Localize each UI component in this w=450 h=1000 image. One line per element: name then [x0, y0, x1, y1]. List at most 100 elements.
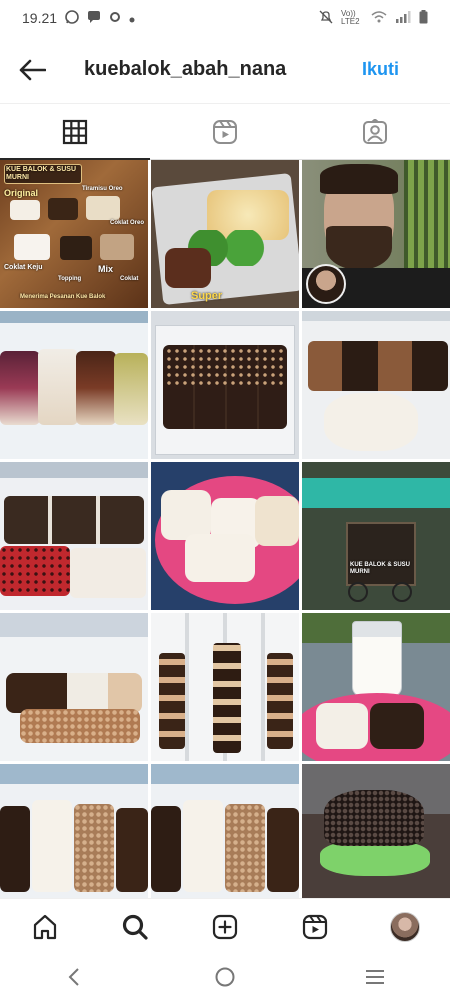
post-8-cake-c	[255, 496, 299, 546]
nav-search[interactable]	[110, 902, 160, 952]
post-4-cake-a	[0, 351, 40, 425]
post-7-cakes-top	[4, 496, 144, 544]
post-13-cake-d	[116, 808, 148, 892]
status-bar: 19.21 Vo)) LTE2	[0, 0, 450, 36]
post-14-cake-a	[151, 806, 181, 892]
circle-home-icon	[215, 967, 235, 987]
post-4[interactable]	[0, 311, 148, 459]
create-icon	[212, 914, 238, 939]
signal-icon	[395, 10, 411, 26]
post-1-cake-e	[60, 236, 92, 260]
post-2[interactable]: Super	[151, 160, 299, 308]
post-1-cake-d	[14, 234, 50, 260]
post-9-wheel-a	[348, 582, 368, 602]
post-4-cake-b	[38, 349, 78, 425]
post-6-cakes-top	[308, 341, 448, 391]
tab-tagged[interactable]	[300, 104, 450, 159]
post-12[interactable]	[302, 613, 450, 761]
menu-lines-icon	[366, 970, 384, 984]
post-1-label-6: Coklat	[120, 276, 139, 282]
post-9-wheel-b	[392, 582, 412, 602]
post-1-label-0: Original	[4, 188, 39, 198]
post-7-cheese	[70, 548, 146, 598]
post-11-cakes-c	[267, 653, 293, 749]
post-8-cake-a	[161, 490, 211, 540]
post-13-cake-b	[32, 800, 72, 892]
post-1-cake-f	[100, 234, 134, 260]
post-2-meat	[165, 248, 211, 288]
post-8[interactable]	[151, 462, 299, 610]
system-back-button[interactable]	[45, 957, 105, 997]
post-10-cakes-top	[6, 673, 142, 713]
post-1-title: KUE BALOK & SUSU MURNI	[6, 166, 77, 181]
post-3-hair	[320, 164, 398, 194]
tab-grid[interactable]	[0, 104, 150, 160]
post-2-label: Super	[191, 290, 223, 302]
post-7-strawberry	[0, 546, 70, 596]
post-15-cake-top	[324, 790, 424, 846]
post-1-footer: Menerima Pesanan Kue Balok	[20, 294, 106, 300]
arrow-left-icon	[19, 59, 46, 80]
battery-icon	[419, 9, 428, 27]
post-1-label-3: Coklat Keju	[4, 264, 43, 271]
post-14[interactable]	[151, 764, 299, 900]
mute-icon	[319, 10, 333, 27]
reels-icon	[213, 119, 237, 144]
post-3-inset-avatar	[306, 264, 346, 304]
wifi-icon	[371, 10, 387, 26]
nav-profile[interactable]	[380, 902, 430, 952]
post-5[interactable]	[151, 311, 299, 459]
network-label: Vo)) LTE2	[341, 9, 360, 26]
post-4-cake-d	[114, 353, 148, 425]
post-4-cake-c	[76, 351, 116, 425]
nav-create[interactable]	[200, 902, 250, 952]
post-8-cake-d	[185, 534, 255, 582]
post-1-label-4: Mix	[98, 264, 114, 274]
post-10[interactable]	[0, 613, 148, 761]
profile-header: kuebalok_abah_nana Ikuti	[0, 36, 450, 104]
back-button[interactable]	[0, 36, 64, 104]
post-14-cake-b	[183, 800, 223, 892]
post-10-cakes-bottom	[20, 709, 140, 743]
post-13-cake-a	[0, 806, 30, 892]
system-home-button[interactable]	[195, 957, 255, 997]
system-recents-button[interactable]	[345, 957, 405, 997]
post-9-canopy	[302, 478, 450, 508]
post-1-label-1: Tiramisu Oreo	[82, 186, 123, 192]
post-12-cake-b	[370, 703, 424, 749]
post-11-cakes-b	[213, 643, 241, 753]
profile-tabs	[0, 104, 450, 160]
post-13[interactable]	[0, 764, 148, 900]
post-11-cakes-a	[159, 653, 185, 749]
post-15[interactable]	[302, 764, 450, 900]
settings-icon	[109, 10, 121, 26]
post-7[interactable]	[0, 462, 148, 610]
post-3-beard	[326, 226, 392, 270]
whatsapp-icon	[65, 9, 79, 27]
post-6[interactable]	[302, 311, 450, 459]
profile-avatar	[390, 911, 420, 942]
post-1[interactable]: KUE BALOK & SUSU MURNI Original Tiramisu…	[0, 160, 148, 308]
message-icon	[87, 10, 101, 27]
nav-reels[interactable]	[290, 902, 340, 952]
post-3[interactable]	[302, 160, 450, 308]
post-1-cake-a	[10, 200, 40, 220]
post-6-cheese-cake	[324, 393, 418, 451]
post-1-cake-b	[48, 198, 78, 220]
post-12-cake-a	[316, 703, 368, 749]
post-9[interactable]: KUE BALOK & SUSU MURNI	[302, 462, 450, 610]
search-icon	[122, 914, 148, 940]
post-1-label-2: Coklat Oreo	[110, 220, 145, 226]
post-1-label-5: Topping	[58, 276, 82, 282]
posts-grid: KUE BALOK & SUSU MURNI Original Tiramisu…	[0, 160, 450, 900]
follow-button[interactable]: Ikuti	[362, 59, 450, 80]
tab-reels[interactable]	[150, 104, 300, 159]
status-time: 19.21	[22, 10, 58, 26]
post-9-sign: KUE BALOK & SUSU MURNI	[350, 562, 411, 575]
post-1-cake-c	[86, 196, 120, 220]
nav-home[interactable]	[20, 902, 70, 952]
post-12-glass	[352, 621, 402, 697]
post-13-cake-c	[74, 804, 114, 892]
post-11[interactable]	[151, 613, 299, 761]
tagged-icon	[363, 118, 387, 144]
